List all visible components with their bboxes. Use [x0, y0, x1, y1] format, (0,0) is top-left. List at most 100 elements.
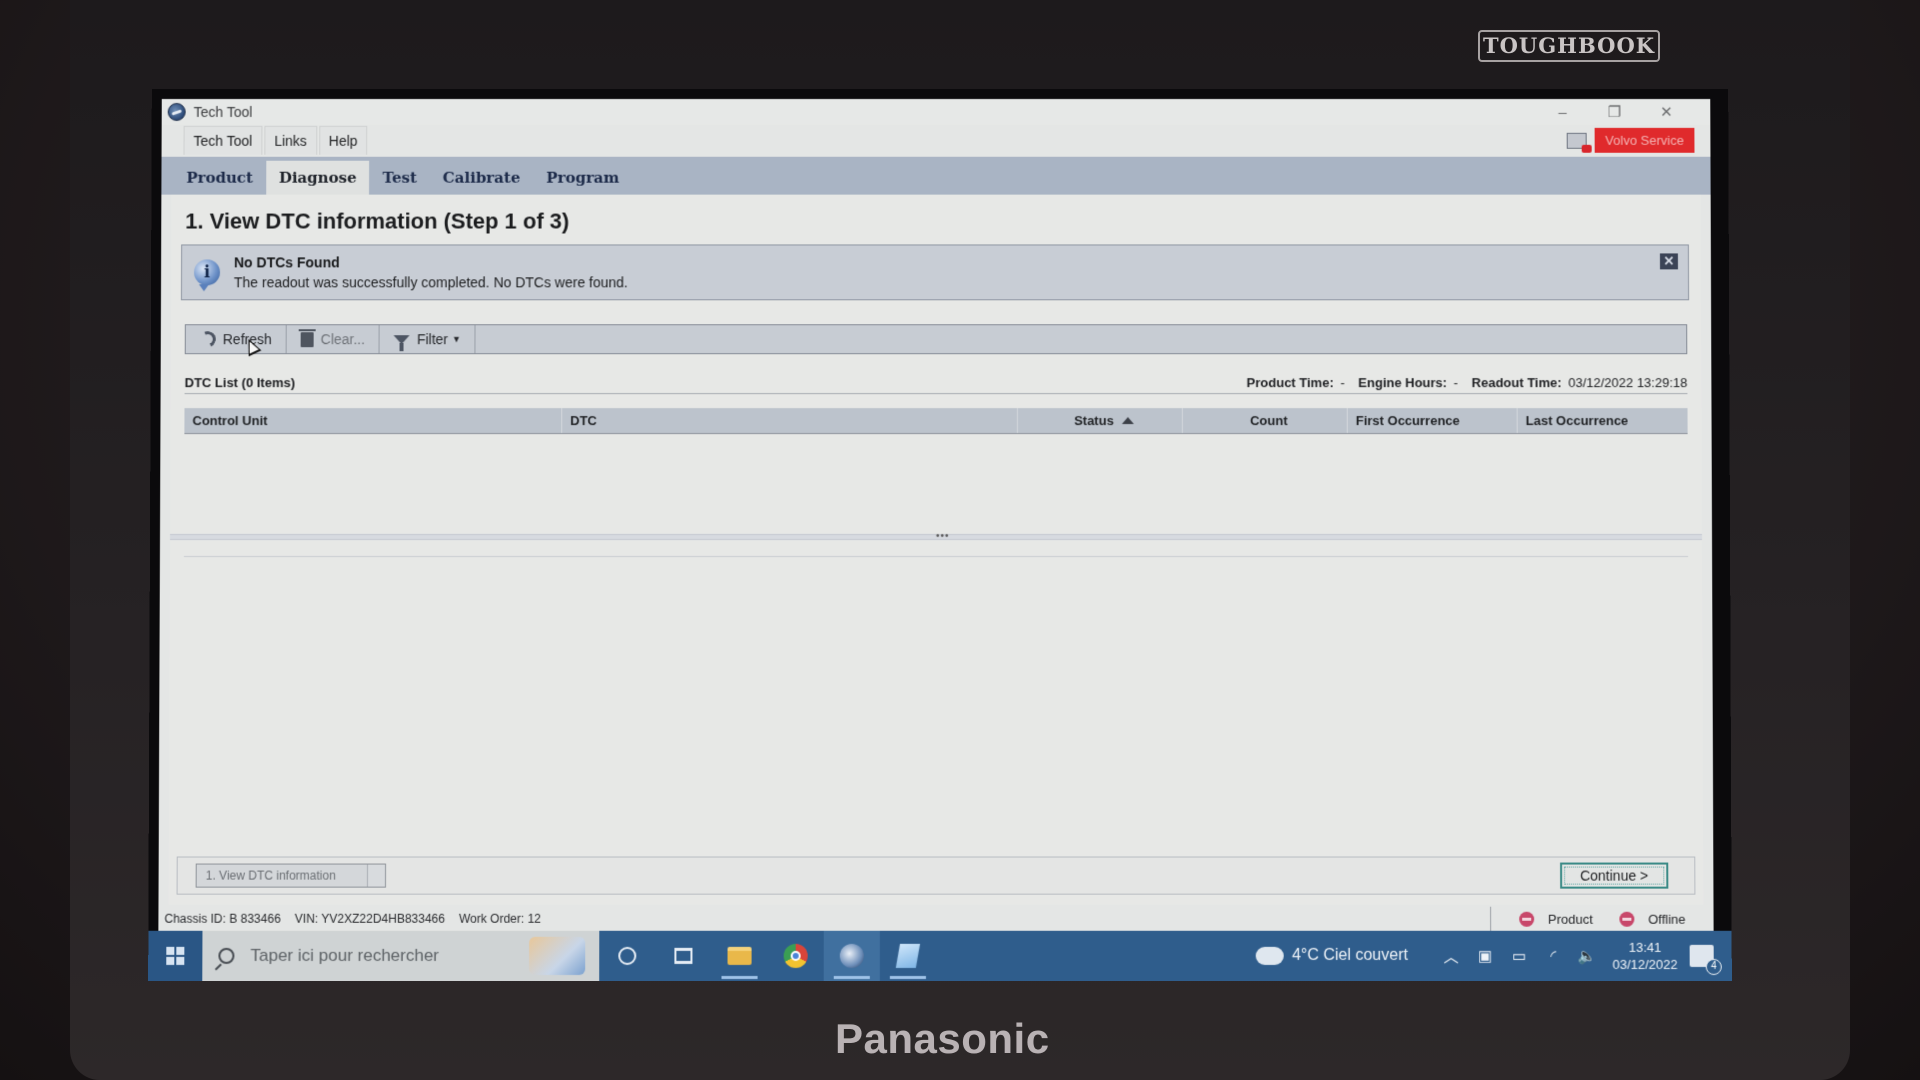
wifi-icon[interactable]: ◜ — [1536, 947, 1570, 965]
tab-calibrate[interactable]: Calibrate — [430, 161, 534, 195]
notepad-button[interactable] — [880, 931, 936, 981]
window-controls: – ❐ ✕ — [1537, 99, 1693, 125]
volume-icon[interactable]: 🔈 — [1570, 947, 1604, 965]
task-view-button[interactable] — [655, 931, 711, 981]
diagnose-content: 1. View DTC information (Step 1 of 3) i … — [168, 194, 1704, 905]
taskbar-search[interactable]: Taper ici pour rechercher — [202, 930, 600, 982]
toughbook-logo: TOUGHBOOK — [1478, 30, 1660, 62]
column-last-occurrence[interactable]: Last Occurrence — [1518, 408, 1688, 433]
start-button[interactable] — [148, 930, 203, 982]
dtc-table-body — [184, 434, 1688, 534]
step-dropdown[interactable]: 1. View DTC information — [195, 863, 387, 888]
banner-close-icon[interactable]: ✕ — [1659, 253, 1678, 270]
volvo-service-button[interactable]: Volvo Service — [1594, 127, 1695, 153]
menu-links[interactable]: Links — [264, 125, 317, 155]
banner-message: The readout was successfully completed. … — [233, 274, 628, 291]
search-highlight-image — [529, 936, 586, 975]
windows-logo-icon — [166, 946, 185, 965]
dtc-table-header: Control Unit DTC Status Count First Occu… — [184, 408, 1688, 435]
banner-title: No DTCs Found — [233, 254, 340, 271]
menu-help[interactable]: Help — [318, 125, 368, 155]
filter-button[interactable]: Filter ▼ — [379, 325, 476, 354]
readout-info: Product Time: - Engine Hours: - Readout … — [1247, 375, 1688, 390]
product-status: Product — [1518, 911, 1607, 927]
restore-button[interactable]: ❐ — [1589, 103, 1641, 121]
search-placeholder: Taper ici pour rechercher — [250, 945, 439, 965]
clear-label: Clear... — [320, 331, 366, 348]
panasonic-logo: Panasonic — [835, 1015, 1050, 1062]
chevron-down-icon: ▼ — [452, 334, 461, 345]
dtc-toolbar: Refresh Clear... Filter ▼ — [184, 324, 1688, 355]
notepad-icon — [895, 943, 921, 968]
readout-time-label: Readout Time: — [1471, 375, 1562, 391]
trash-icon — [300, 331, 314, 347]
tab-program[interactable]: Program — [533, 161, 632, 195]
column-status[interactable]: Status — [1017, 408, 1183, 434]
offline-status: Offline — [1618, 911, 1700, 927]
cortana-icon — [618, 946, 637, 965]
cortana-button[interactable] — [599, 931, 655, 981]
vin: VIN: YV2XZ22D4HB833466 — [294, 911, 445, 926]
clock[interactable]: 13:41 03/12/2022 — [1612, 939, 1677, 973]
dtc-list-title: DTC List (0 Items) — [184, 375, 296, 391]
status-bar: Chassis ID: B 833466 VIN: YV2XZ22D4HB833… — [158, 906, 1714, 931]
file-explorer-button[interactable] — [711, 931, 767, 981]
step-dropdown-value: 1. View DTC information — [205, 868, 336, 883]
column-dtc[interactable]: DTC — [562, 408, 1018, 434]
tab-diagnose[interactable]: Diagnose — [265, 160, 370, 195]
step-dropdown-arrow-icon[interactable] — [366, 864, 386, 887]
cloudy-weather-icon — [1255, 946, 1284, 965]
battery-icon[interactable]: ▭ — [1502, 947, 1536, 965]
chrome-button[interactable] — [768, 931, 824, 981]
menu-tech-tool[interactable]: Tech Tool — [183, 125, 263, 155]
panel-splitter[interactable]: ••• — [169, 531, 1703, 542]
offline-icon — [1618, 911, 1635, 927]
splitter-grip-icon[interactable]: ••• — [936, 531, 952, 542]
weather-text: 4°C Ciel couvert — [1291, 946, 1408, 964]
info-banner: i No DTCs Found The readout was successf… — [180, 244, 1690, 301]
sort-ascending-icon — [1121, 417, 1134, 425]
tab-test[interactable]: Test — [369, 161, 429, 195]
column-first-occurrence[interactable]: First Occurrence — [1347, 408, 1518, 434]
info-icon: i — [193, 259, 221, 286]
menu-right: Volvo Service — [1566, 127, 1695, 153]
product-status-label: Product — [1548, 911, 1593, 927]
readout-time-value: 03/12/2022 13:29:18 — [1568, 375, 1688, 391]
chevron-up-icon[interactable]: ︿ — [1434, 945, 1468, 966]
product-time-label: Product Time: — [1246, 375, 1334, 391]
work-order: Work Order: 12 — [458, 911, 541, 926]
clock-time: 13:41 — [1628, 939, 1662, 955]
notification-center-icon[interactable]: 4 — [1689, 944, 1722, 975]
tech-tool-app-icon — [167, 102, 186, 121]
tech-tool-window: Tech Tool – ❐ ✕ Tech Tool Links Help Vol… — [158, 99, 1714, 931]
window-title: Tech Tool — [193, 103, 253, 120]
tech-tool-taskbar-button[interactable] — [823, 930, 880, 982]
column-control-unit[interactable]: Control Unit — [184, 408, 563, 434]
connection-status-area: Product Offline — [1489, 906, 1700, 931]
filter-icon — [393, 334, 410, 344]
page-title: 1. View DTC information (Step 1 of 3) — [185, 208, 570, 234]
windows-taskbar: Taper ici pour rechercher 4°C Ciel couve… — [148, 930, 1732, 982]
folder-icon — [727, 946, 752, 965]
minimize-button[interactable]: – — [1537, 103, 1589, 120]
refresh-icon — [197, 328, 219, 350]
chassis-id: Chassis ID: B 833466 — [164, 911, 281, 926]
main-tabs: Product Diagnose Test Calibrate Program — [161, 156, 1711, 195]
continue-button[interactable]: Continue > — [1560, 862, 1669, 889]
column-count[interactable]: Count — [1182, 408, 1348, 434]
title-bar: Tech Tool – ❐ ✕ — [161, 99, 1711, 125]
clock-date: 03/12/2022 — [1612, 956, 1678, 972]
weather-widget[interactable]: 4°C Ciel couvert — [1255, 946, 1408, 965]
connection-icon[interactable] — [1566, 132, 1587, 149]
detail-divider — [183, 556, 1689, 558]
offline-status-label: Offline — [1648, 911, 1686, 927]
camera-icon[interactable]: ▣ — [1468, 947, 1502, 965]
tech-tool-icon — [839, 943, 864, 968]
refresh-button[interactable]: Refresh — [185, 325, 287, 354]
notification-count: 4 — [1705, 958, 1722, 975]
banner-text: No DTCs Found The readout was successful… — [234, 254, 628, 290]
tab-product[interactable]: Product — [173, 161, 266, 195]
engine-hours-value: - — [1453, 375, 1459, 391]
clear-button[interactable]: Clear... — [286, 325, 381, 354]
close-button[interactable]: ✕ — [1640, 103, 1692, 121]
